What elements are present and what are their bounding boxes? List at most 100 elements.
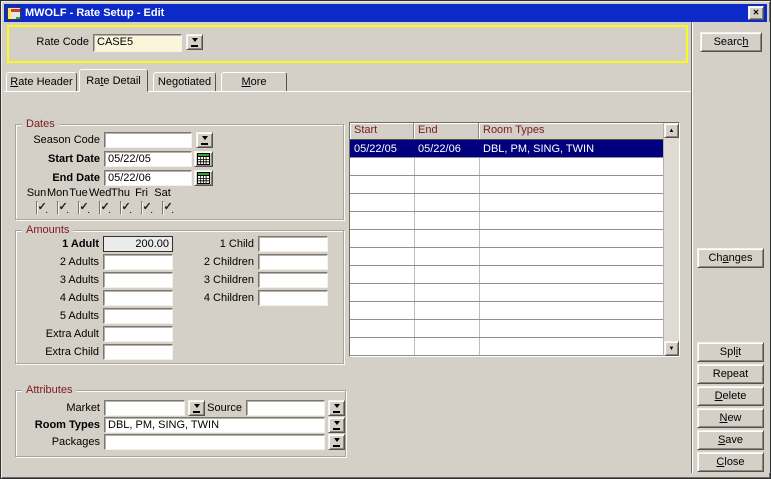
tab-negotiated[interactable]: Negotiated	[153, 72, 216, 92]
grid-row-empty[interactable]	[350, 248, 663, 266]
grid-body: 05/22/05 05/22/06 DBL, PM, SING, TWIN	[350, 140, 663, 356]
day-checkbox-mon[interactable]	[57, 201, 59, 215]
amount-extra-child-input[interactable]	[103, 344, 173, 360]
lov-bar-icon	[333, 445, 340, 447]
rate-code-input[interactable]: CASE5	[93, 34, 182, 52]
app-icon	[7, 7, 21, 20]
day-checkbox-wed[interactable]	[99, 201, 101, 215]
lov-bar-icon	[333, 428, 340, 430]
window-title: MWOLF - Rate Setup - Edit	[25, 7, 164, 19]
day-checkbox-sun[interactable]	[36, 201, 38, 215]
amount-5-adults-label: 5 Adults	[16, 310, 99, 322]
grid-row-empty[interactable]	[350, 284, 663, 302]
grid-row-selected[interactable]: 05/22/05 05/22/06 DBL, PM, SING, TWIN	[350, 140, 663, 158]
amount-extra-adult-input[interactable]	[103, 326, 173, 342]
amount-2-children-input[interactable]	[258, 254, 328, 270]
lov-arrow-icon	[334, 421, 340, 428]
rate-detail-grid: Start End Room Types 05/22/05 05/22/06 D…	[349, 122, 680, 357]
grid-cell-room-types: DBL, PM, SING, TWIN	[479, 143, 663, 155]
amount-1-child-label: 1 Child	[186, 238, 254, 250]
amount-3-adults-input[interactable]	[103, 272, 173, 288]
start-date-calendar-button[interactable]	[194, 151, 213, 167]
source-lov-button[interactable]	[328, 400, 345, 416]
rate-setup-window: MWOLF - Rate Setup - Edit ✕ Rate Code CA…	[0, 0, 771, 479]
room-types-input[interactable]: DBL, PM, SING, TWIN	[104, 417, 325, 433]
room-types-label: Room Types	[16, 419, 100, 431]
grid-column-end: End	[414, 123, 479, 140]
lov-arrow-icon	[334, 404, 340, 411]
day-checkbox-sat[interactable]	[162, 201, 164, 215]
grid-row-empty[interactable]	[350, 194, 663, 212]
day-label-mon: Mon	[47, 187, 68, 199]
end-date-calendar-button[interactable]	[194, 170, 213, 186]
tab-rate-header[interactable]: Rate Header	[6, 72, 77, 92]
grid-cell-end: 05/22/06	[414, 143, 479, 155]
calendar-icon	[197, 153, 210, 165]
grid-cell-start: 05/22/05	[350, 143, 414, 155]
grid-scrollbar[interactable]: ▲ ▼	[663, 123, 679, 356]
day-label-tue: Tue	[68, 187, 89, 199]
amount-3-adults-label: 3 Adults	[16, 274, 99, 286]
season-code-label: Season Code	[16, 134, 100, 146]
save-button[interactable]: Save	[697, 430, 764, 450]
lov-arrow-icon	[192, 38, 198, 45]
grid-row-empty[interactable]	[350, 212, 663, 230]
grid-row-empty[interactable]	[350, 176, 663, 194]
source-input[interactable]	[246, 400, 325, 416]
rate-detail-tab-panel: Dates Season Code Start Date 05/22/05 En…	[4, 91, 691, 473]
day-label-sat: Sat	[152, 187, 173, 199]
day-checkbox-tue[interactable]	[78, 201, 80, 215]
grid-row-empty[interactable]	[350, 266, 663, 284]
side-button-panel: Search Changes Split Repeat Delete New S…	[691, 22, 770, 473]
new-button[interactable]: New	[697, 408, 764, 428]
amounts-group-label: Amounts	[22, 224, 73, 236]
rate-code-lov-button[interactable]	[186, 34, 203, 50]
amount-3-children-input[interactable]	[258, 272, 328, 288]
close-button[interactable]: Close	[697, 452, 764, 472]
title-bar[interactable]: MWOLF - Rate Setup - Edit ✕	[4, 4, 767, 22]
scroll-up-icon[interactable]: ▲	[664, 123, 679, 138]
season-code-lov-button[interactable]	[196, 132, 213, 148]
amount-1-adult-input[interactable]: 200.00	[103, 236, 173, 252]
grid-row-empty[interactable]	[350, 320, 663, 338]
search-button[interactable]: Search	[700, 32, 762, 52]
grid-header: Start End Room Types	[350, 123, 679, 140]
amount-4-children-input[interactable]	[258, 290, 328, 306]
room-types-lov-button[interactable]	[328, 417, 345, 433]
amount-extra-child-label: Extra Child	[16, 346, 99, 358]
grid-row-empty[interactable]	[350, 302, 663, 320]
start-date-input[interactable]: 05/22/05	[104, 151, 192, 167]
repeat-button[interactable]: Repeat	[697, 364, 764, 384]
amount-4-adults-input[interactable]	[103, 290, 173, 306]
rate-code-label: Rate Code	[9, 36, 89, 48]
amount-1-child-input[interactable]	[258, 236, 328, 252]
grid-row-empty[interactable]	[350, 338, 663, 356]
market-input[interactable]	[104, 400, 185, 416]
grid-row-empty[interactable]	[350, 158, 663, 176]
tab-more[interactable]: More	[221, 72, 287, 92]
scroll-down-icon[interactable]: ▼	[664, 341, 679, 356]
split-button[interactable]: Split	[697, 342, 764, 362]
changes-button[interactable]: Changes	[697, 248, 764, 268]
amount-4-children-label: 4 Children	[186, 292, 254, 304]
delete-button[interactable]: Delete	[697, 386, 764, 406]
grid-row-empty[interactable]	[350, 230, 663, 248]
amount-1-adult-label: 1 Adult	[16, 238, 99, 250]
amount-2-adults-input[interactable]	[103, 254, 173, 270]
close-icon[interactable]: ✕	[748, 6, 764, 20]
amount-5-adults-input[interactable]	[103, 308, 173, 324]
lov-bar-icon	[193, 411, 200, 413]
lov-bar-icon	[333, 411, 340, 413]
packages-input[interactable]	[104, 434, 325, 450]
end-date-label: End Date	[16, 172, 100, 184]
tab-rate-detail[interactable]: Rate Detail	[79, 69, 148, 92]
packages-label: Packages	[16, 436, 100, 448]
packages-lov-button[interactable]	[328, 434, 345, 450]
lov-arrow-icon	[194, 404, 200, 411]
day-checkbox-thu[interactable]	[120, 201, 122, 215]
day-label-wed: Wed	[89, 187, 110, 199]
dates-group-label: Dates	[22, 118, 59, 130]
day-checkbox-fri[interactable]	[141, 201, 143, 215]
season-code-input[interactable]	[104, 132, 192, 148]
end-date-input[interactable]: 05/22/06	[104, 170, 192, 186]
